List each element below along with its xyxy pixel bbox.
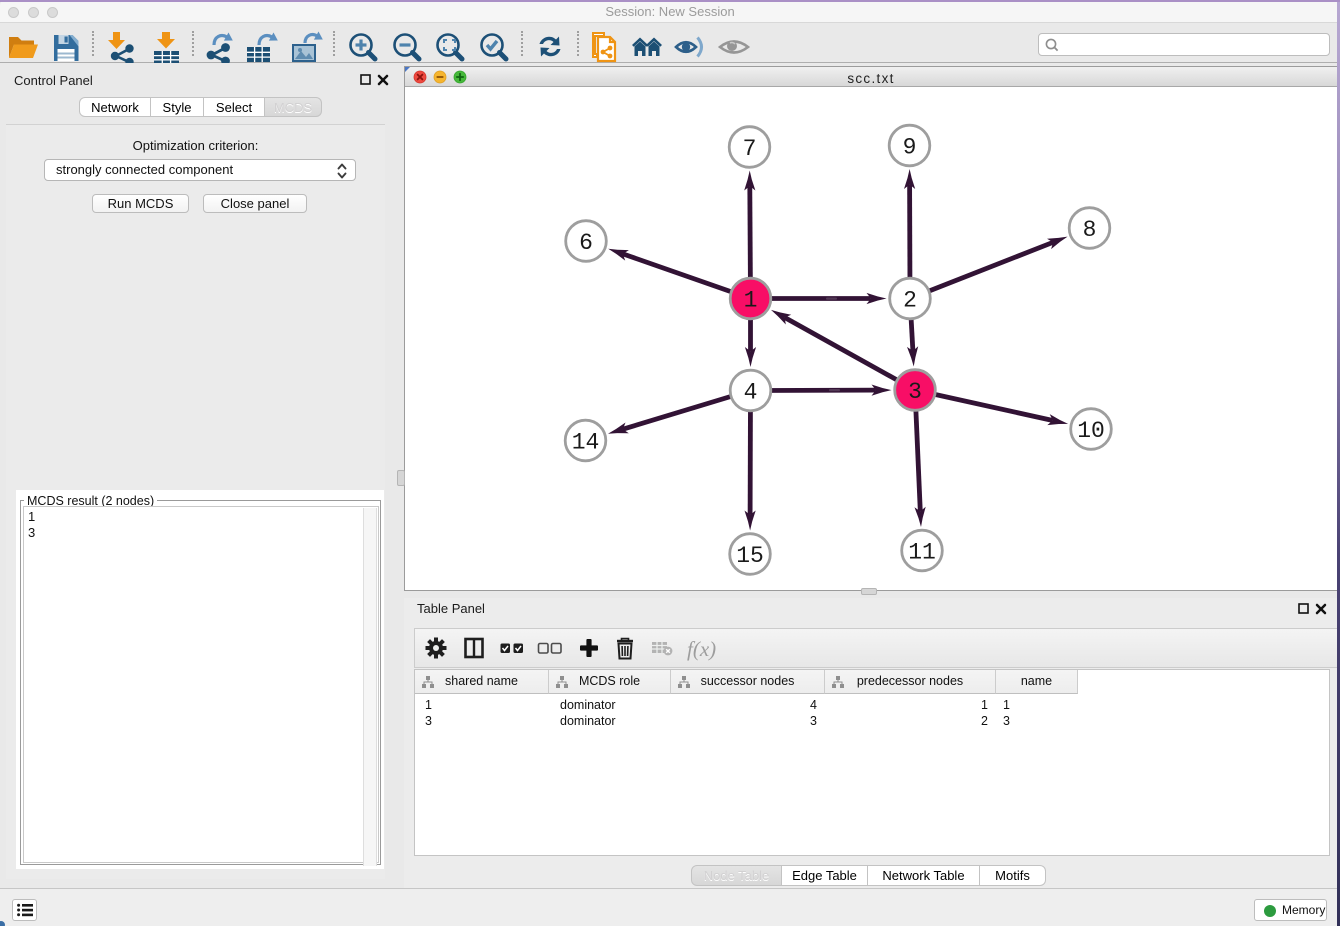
svg-text:7: 7: [743, 136, 757, 162]
svg-text:8: 8: [1083, 217, 1097, 243]
svg-text:6: 6: [579, 230, 593, 256]
svg-text:15: 15: [736, 543, 764, 569]
svg-text:4: 4: [744, 380, 758, 406]
svg-text:10: 10: [1077, 418, 1105, 444]
svg-text:3: 3: [908, 379, 922, 405]
svg-text:2: 2: [903, 288, 917, 314]
svg-text:14: 14: [572, 430, 600, 456]
svg-text:f(x): f(x): [687, 637, 716, 661]
svg-text:11: 11: [908, 540, 936, 566]
svg-text:9: 9: [903, 135, 917, 161]
svg-text:1: 1: [744, 288, 758, 314]
